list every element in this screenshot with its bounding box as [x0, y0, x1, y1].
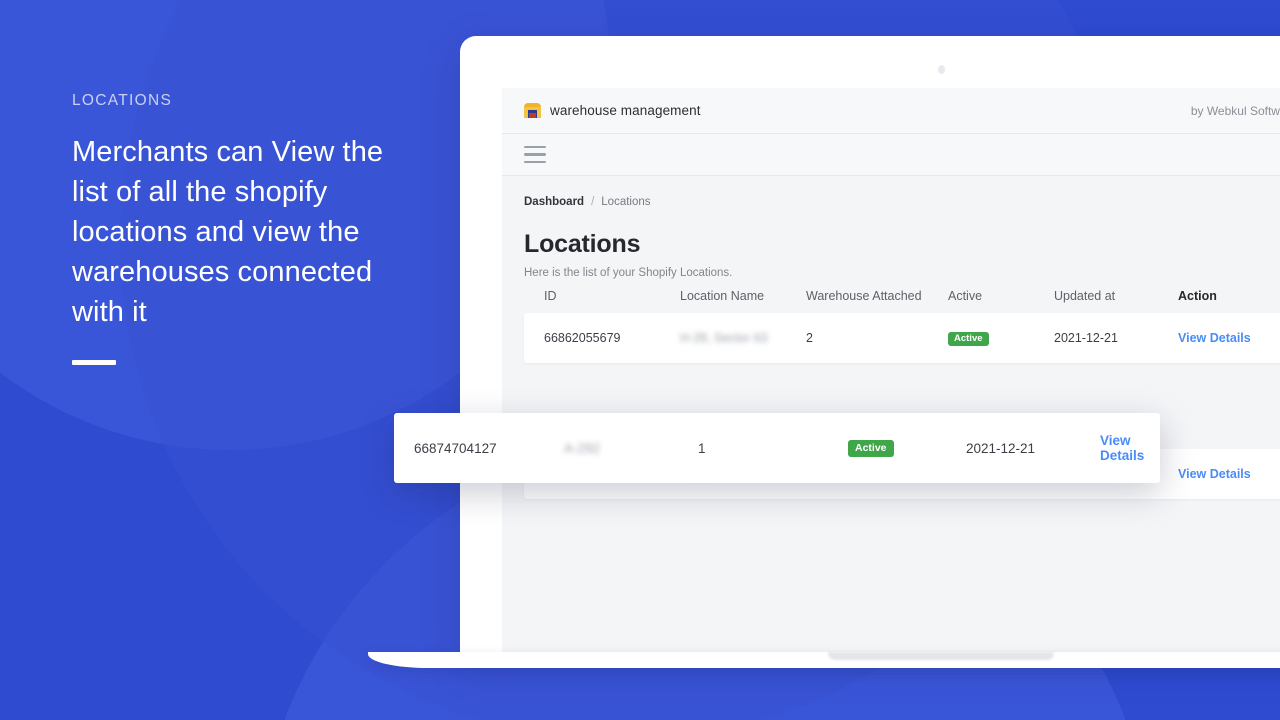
cell-warehouse-attached: 2	[806, 331, 813, 345]
device-frame: warehouse management by Webkul Software …	[460, 36, 1280, 654]
promo-slide: LOCATIONS Merchants can View the list of…	[0, 0, 1280, 720]
cell-location-name: A-292	[564, 440, 601, 456]
app-topbar: warehouse management by Webkul Software …	[502, 88, 1280, 134]
cell-warehouse-attached: 1	[698, 440, 706, 456]
breadcrumb-item-dashboard[interactable]: Dashboard	[524, 196, 584, 208]
promo-headline: Merchants can View the list of all the s…	[72, 136, 384, 328]
cell-updated-at: 2021-12-21	[1054, 331, 1118, 345]
column-header-location-name: Location Name	[680, 289, 765, 303]
table-header: ID Location Name Warehouse Attached Acti…	[524, 285, 1280, 313]
view-details-link[interactable]: View Details	[1100, 433, 1144, 463]
accent-rule	[72, 360, 116, 365]
breadcrumb: Dashboard / Locations	[524, 196, 1280, 208]
app-menubar	[502, 134, 1280, 176]
app-screen: warehouse management by Webkul Software …	[502, 88, 1280, 654]
cell-id: 66862055679	[544, 331, 621, 345]
cell-location-name: H-28, Sector 63	[680, 331, 768, 345]
device-base-notch	[828, 652, 1054, 660]
warehouse-icon	[524, 103, 541, 118]
app-brand: warehouse management	[524, 103, 701, 118]
column-header-id: ID	[544, 289, 557, 303]
app-brand-title: warehouse management	[550, 103, 701, 118]
highlighted-table-row[interactable]: 66874704127 A-292 1 Active 2021-12-21 Vi…	[394, 413, 1160, 483]
view-details-link[interactable]: View Details	[1178, 331, 1280, 345]
status-badge: Active	[848, 440, 894, 457]
cell-status: Active	[848, 439, 966, 457]
column-header-active: Active	[948, 289, 983, 303]
breadcrumb-separator: /	[591, 196, 595, 208]
promo-copy-panel: LOCATIONS Merchants can View the list of…	[72, 92, 412, 365]
page-subtitle: Here is the list of your Shopify Locatio…	[524, 267, 733, 279]
page-title: Locations	[524, 230, 641, 258]
cell-id: 66874704127	[414, 440, 497, 456]
column-header-action: Action	[1178, 289, 1217, 303]
table-row[interactable]: 66862055679 H-28, Sector 63 2 Active 202…	[524, 313, 1280, 363]
view-details-link[interactable]: View Details	[1178, 467, 1280, 481]
camera-dot-icon	[938, 65, 945, 74]
breadcrumb-item-locations[interactable]: Locations	[601, 196, 650, 208]
status-badge: Active	[948, 331, 989, 346]
hamburger-menu-icon[interactable]	[524, 145, 546, 164]
promo-eyebrow: LOCATIONS	[72, 92, 173, 109]
column-header-warehouse-attached: Warehouse Attached	[806, 289, 922, 303]
cell-status: Active	[948, 330, 1054, 346]
device-base	[368, 652, 1280, 668]
cell-updated-at: 2021-12-21	[966, 440, 1036, 456]
app-vendor-credit: by Webkul Software Pvt Ltd	[1190, 103, 1280, 118]
column-header-updated-at: Updated at	[1054, 289, 1116, 303]
